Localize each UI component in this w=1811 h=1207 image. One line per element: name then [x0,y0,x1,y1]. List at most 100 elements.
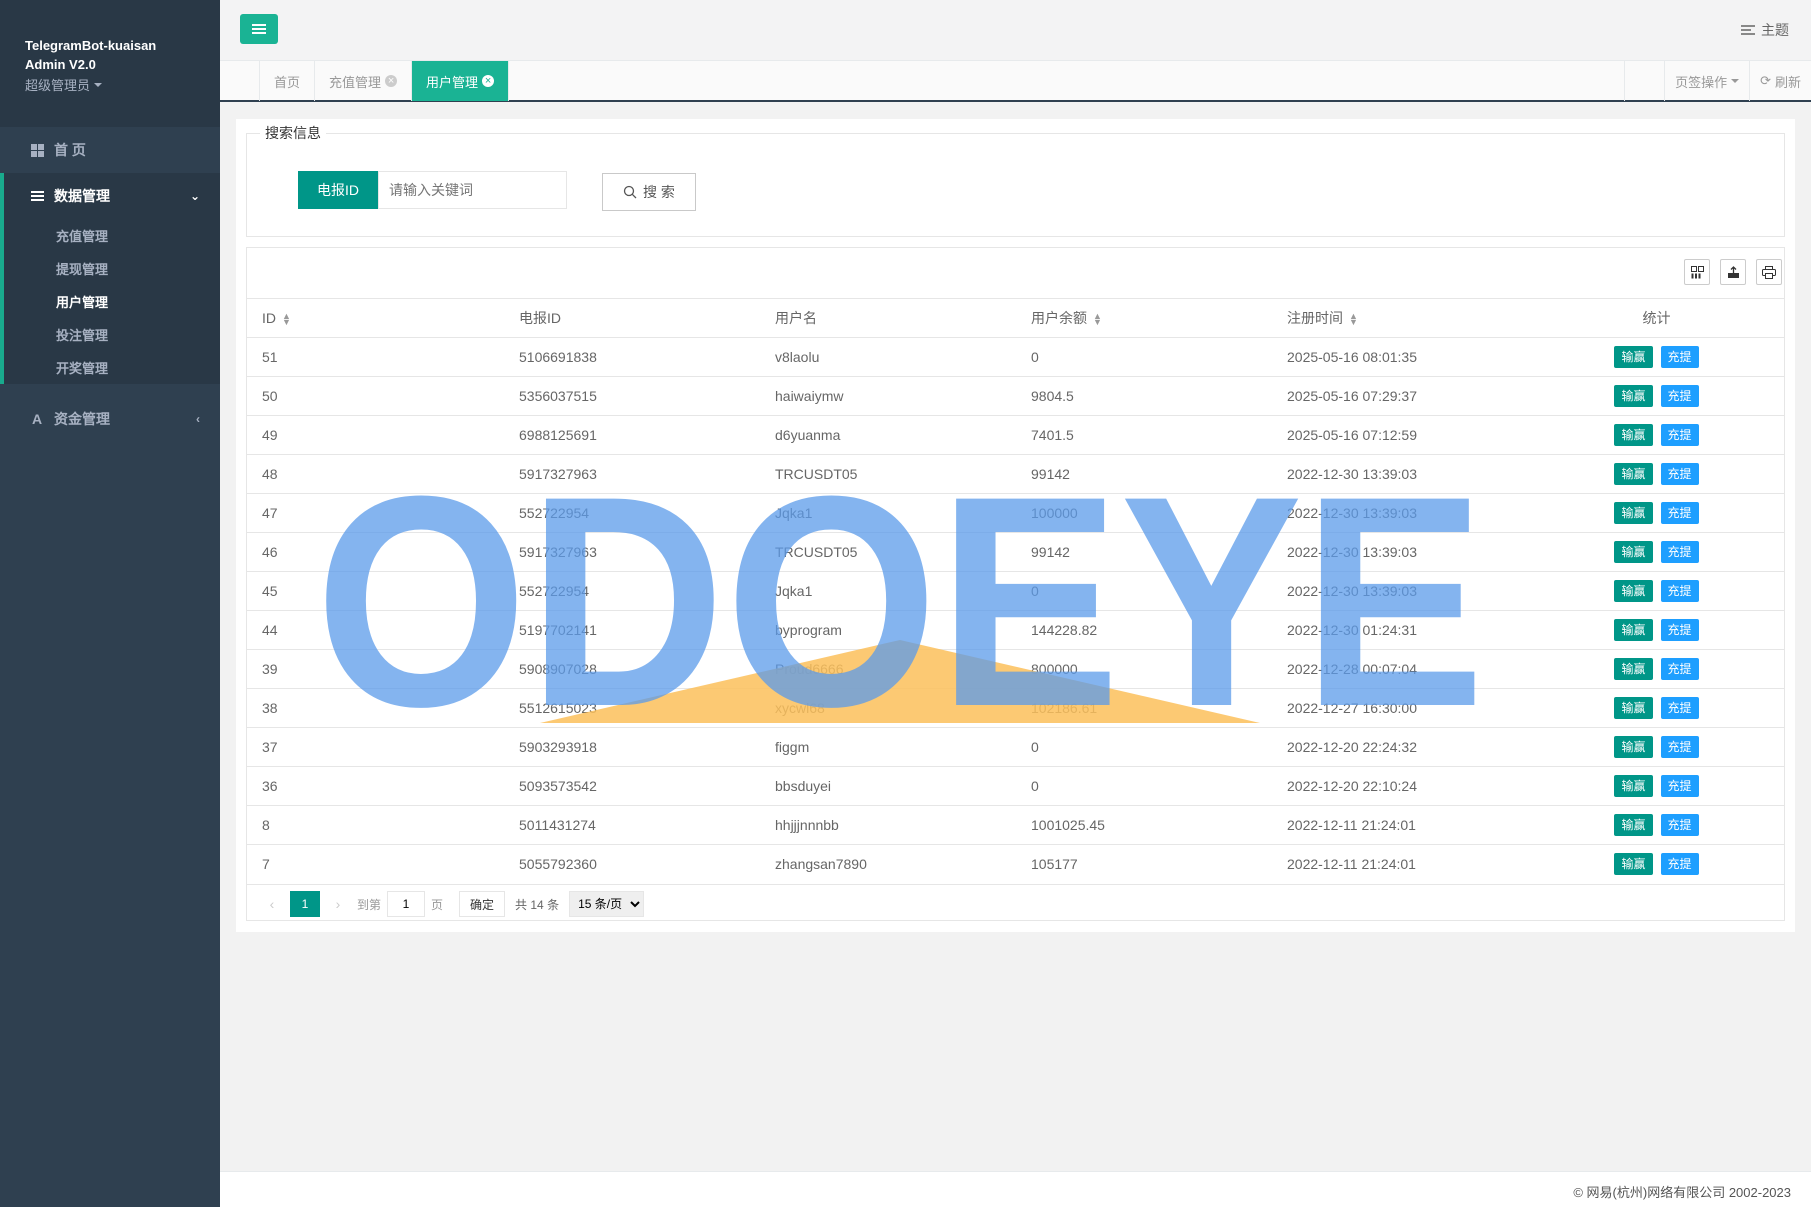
recharge-withdraw-button[interactable]: 充提 [1660,502,1699,524]
columns-filter-button[interactable] [1684,259,1710,285]
cell-reg-time: 2022-12-27 16:30:00 [1272,688,1529,728]
cell-username: bbsduyei [760,766,1016,806]
recharge-withdraw-button[interactable]: 充提 [1660,463,1699,485]
win-loss-button[interactable]: 输赢 [1614,775,1653,797]
goto-confirm-button[interactable]: 确定 [459,891,506,917]
table-row: 47 552722954 Jqka1 100000 2022-12-30 13:39:0… [247,493,1784,533]
close-icon[interactable]: × [482,75,495,87]
sidebar-subitem-recharge[interactable]: 充值管理 [4,219,220,252]
current-page-button[interactable]: 1 [290,891,320,917]
win-loss-button[interactable]: 输赢 [1614,697,1653,719]
page-input[interactable] [387,891,426,917]
search-input[interactable] [378,171,567,209]
sidebar-item-data-management[interactable]: 数据管理 ⌄ [4,173,220,219]
sidebar-subitem-draws[interactable]: 开奖管理 [4,351,220,384]
cell-balance: 99142 [1016,454,1272,494]
cell-reg-time: 2022-12-30 13:39:03 [1272,532,1529,572]
export-button[interactable] [1720,259,1746,285]
win-loss-button[interactable]: 输赢 [1614,346,1653,368]
page-ops-dropdown[interactable]: 页签操作 [1664,61,1749,101]
win-loss-button[interactable]: 输赢 [1614,463,1653,485]
sidebar-item-home[interactable]: 首 页 [0,127,220,173]
cell-stats: 输赢 充提 [1529,727,1784,767]
cell-telegram-id: 5093573542 [504,766,760,806]
cell-id: 38 [247,688,504,728]
list-icon [29,190,45,202]
cell-id: 39 [247,649,504,689]
win-loss-button[interactable]: 输赢 [1614,619,1653,641]
win-loss-button[interactable]: 输赢 [1614,814,1653,836]
tab-users[interactable]: 用户管理 × [412,61,510,101]
win-loss-button[interactable]: 输赢 [1614,853,1653,876]
table-header-row: ID ▲ ▼ 电报ID 用户名 用户余额 ▲ ▼ 注册时间 ▲ ▼ 统计 [247,298,1784,338]
col-balance[interactable]: 用户余额 ▲ ▼ [1016,298,1272,338]
prev-page-button[interactable]: ‹ [259,896,285,912]
close-icon[interactable]: × [385,75,398,87]
print-button[interactable] [1756,259,1782,285]
cell-balance: 1001025.45 [1016,805,1272,845]
tab-recharge[interactable]: 充值管理 × [315,61,413,101]
role-dropdown[interactable]: 超级管理员 [25,75,103,94]
recharge-withdraw-button[interactable]: 充提 [1660,346,1699,368]
recharge-withdraw-button[interactable]: 充提 [1660,697,1699,719]
cell-balance: 99142 [1016,532,1272,572]
table-row: 8 5011431274 hhjjjnnnbb 1001025.45 2022-12-1… [247,805,1784,845]
cell-balance: 0 [1016,571,1272,611]
chevron-left-icon: ‹ [196,412,200,426]
sidebar-subitem-bets[interactable]: 投注管理 [4,318,220,351]
table-row: 7 5055792360 zhangsan7890 105177 2022-12-11 … [247,844,1784,884]
cell-id: 50 [247,376,504,416]
recharge-withdraw-button[interactable]: 充提 [1660,619,1699,641]
sort-icon[interactable]: ▲ ▼ [282,312,291,327]
recharge-withdraw-button[interactable]: 充提 [1660,424,1699,446]
recharge-withdraw-button[interactable]: 充提 [1660,736,1699,758]
col-label: ID [262,310,276,326]
cell-reg-time: 2022-12-11 21:24:01 [1272,844,1529,884]
tab-scroll-right-button[interactable] [1624,61,1664,101]
recharge-withdraw-button[interactable]: 充提 [1660,775,1699,797]
menu-toggle-button[interactable] [240,14,278,44]
tab-home[interactable]: 首页 [260,61,316,101]
recharge-withdraw-button[interactable]: 充提 [1660,814,1699,836]
win-loss-button[interactable]: 输赢 [1614,502,1653,524]
next-page-button[interactable]: › [325,896,351,912]
search-button[interactable]: 搜 索 [602,173,696,211]
win-loss-button[interactable]: 输赢 [1614,736,1653,758]
recharge-withdraw-button[interactable]: 充提 [1660,580,1699,602]
cell-stats: 输赢 充提 [1529,493,1784,533]
search-field-label: 电报ID [298,171,378,209]
sidebar-subitem-users[interactable]: 用户管理 [4,285,220,318]
recharge-withdraw-button[interactable]: 充提 [1660,385,1699,407]
sidebar-subitem-withdraw[interactable]: 提现管理 [4,252,220,285]
role-label: 超级管理员 [25,78,91,93]
page-size-select[interactable]: 15 条/页 [569,891,645,917]
tab-scroll-left-button[interactable] [220,61,260,101]
cell-reg-time: 2022-12-30 01:24:31 [1272,610,1529,650]
tab-bar: 首页 充值管理 × 用户管理 × 页签操作 ⟳ 刷新 [220,60,1811,102]
sort-icon[interactable]: ▲ ▼ [1349,312,1358,327]
cell-balance: 105177 [1016,844,1272,884]
table-row: 50 5356037515 haiwaiymw 9804.5 2025-05-16 07… [247,376,1784,416]
theme-button[interactable]: 主题 [1741,20,1789,40]
recharge-withdraw-button[interactable]: 充提 [1660,541,1699,563]
cell-id: 51 [247,337,504,377]
sidebar-item-fund-management[interactable]: A 资金管理 ‹ [0,396,220,442]
cell-id: 36 [247,766,504,806]
col-stats: 统计 [1529,298,1784,338]
refresh-button[interactable]: ⟳ 刷新 [1749,61,1811,101]
win-loss-button[interactable]: 输赢 [1614,658,1653,680]
recharge-withdraw-button[interactable]: 充提 [1660,853,1699,876]
col-username: 用户名 [760,298,1016,338]
cell-balance: 9804.5 [1016,376,1272,416]
col-id[interactable]: ID ▲ ▼ [247,298,504,338]
chevron-down-icon: ⌄ [189,189,200,203]
tab-label: 充值管理 [329,74,382,90]
win-loss-button[interactable]: 输赢 [1614,424,1653,446]
win-loss-button[interactable]: 输赢 [1614,385,1653,407]
recharge-withdraw-button[interactable]: 充提 [1660,658,1699,680]
win-loss-button[interactable]: 输赢 [1614,580,1653,602]
sort-icon[interactable]: ▲ ▼ [1093,312,1102,327]
win-loss-button[interactable]: 输赢 [1614,541,1653,563]
col-reg-time[interactable]: 注册时间 ▲ ▼ [1272,298,1529,338]
hamburger-icon [252,24,266,34]
